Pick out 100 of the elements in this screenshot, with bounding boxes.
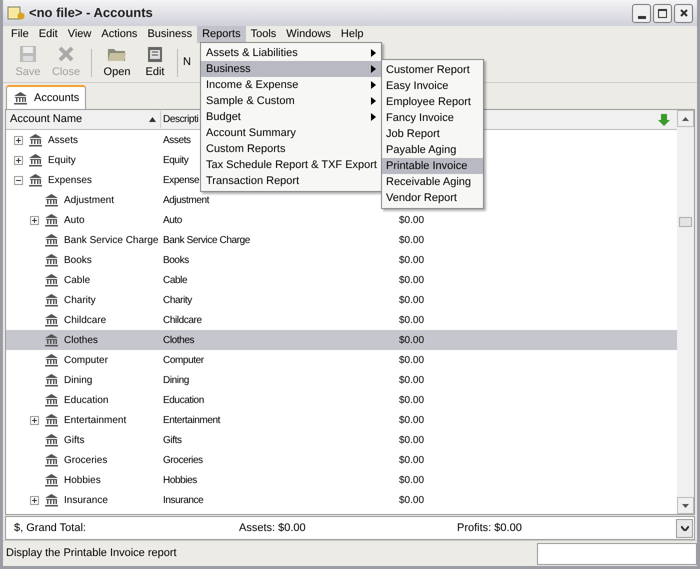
- close-icon: [680, 9, 688, 17]
- account-name: Equity: [48, 154, 76, 168]
- bank-icon: [13, 91, 28, 105]
- scroll-up-icon: [682, 116, 689, 120]
- menu-entry[interactable]: Printable Invoice: [382, 158, 483, 174]
- menu-item[interactable]: Business: [142, 26, 198, 43]
- account-total: $0.00: [398, 234, 424, 248]
- account-description: Cable: [163, 274, 188, 286]
- account-total: $0.00: [398, 274, 424, 288]
- menu-item[interactable]: Reports: [197, 26, 246, 43]
- dropdown-button[interactable]: [676, 518, 693, 538]
- bank-icon: [44, 413, 59, 427]
- selected-row-highlight[interactable]: Clothes Clothes $0.00: [6, 330, 677, 350]
- expand-icon[interactable]: [14, 156, 23, 164]
- bank-icon: [44, 333, 59, 347]
- menu-item[interactable]: Windows: [281, 26, 336, 43]
- bank-icon: [28, 173, 43, 187]
- account-total: $0.00: [398, 254, 424, 268]
- bank-icon: [44, 393, 59, 407]
- close-button[interactable]: [674, 4, 693, 22]
- account-name: Dining: [64, 374, 92, 388]
- menu-entry[interactable]: Assets & Liabilities: [201, 45, 381, 61]
- account-description: Dining: [163, 374, 189, 386]
- menu-entry[interactable]: Easy Invoice: [382, 78, 483, 94]
- bank-icon: [44, 273, 59, 287]
- account-name: Clothes: [64, 334, 98, 348]
- menu-entry[interactable]: Transaction Report: [201, 173, 381, 189]
- collapse-icon[interactable]: [14, 176, 23, 184]
- account-description: Equity: [163, 154, 188, 166]
- chevron-down-icon: [680, 526, 688, 530]
- menu-entry[interactable]: Job Report: [382, 126, 483, 142]
- column-header[interactable]: Descripti: [163, 114, 198, 126]
- expand-icon[interactable]: [30, 216, 39, 224]
- menu-entry[interactable]: Fancy Invoice: [382, 110, 483, 126]
- account-description: Groceries: [163, 454, 203, 466]
- toolbar-button[interactable]: N: [181, 54, 193, 71]
- maximize-button[interactable]: [653, 4, 672, 22]
- menu-item[interactable]: Tools: [246, 26, 282, 43]
- scrollbar[interactable]: [677, 110, 694, 514]
- bank-icon: [44, 233, 59, 247]
- close-icon: [57, 44, 75, 63]
- menu-item[interactable]: File: [6, 26, 34, 43]
- bank-icon: [44, 253, 59, 267]
- account-total: $0.00: [398, 394, 424, 408]
- menu-item[interactable]: Help: [336, 26, 369, 43]
- account-description: Education: [163, 394, 204, 406]
- account-name: Assets: [48, 134, 78, 148]
- expand-icon[interactable]: [30, 416, 39, 424]
- account-name: Cable: [64, 274, 90, 288]
- menu-entry[interactable]: Custom Reports: [201, 141, 381, 157]
- menu-entry[interactable]: Income & Expense: [201, 77, 381, 93]
- account-name: Bank Service Charge: [64, 234, 158, 248]
- bank-icon: [28, 153, 43, 167]
- column-header[interactable]: Account Name: [6, 111, 161, 128]
- menu-item[interactable]: View: [62, 26, 96, 43]
- menu-entry[interactable]: Customer Report: [382, 62, 483, 78]
- down-arrow-icon[interactable]: [657, 112, 671, 126]
- menu-entry[interactable]: Account Summary: [201, 125, 381, 141]
- account-name: Groceries: [64, 454, 108, 468]
- bank-icon: [44, 473, 59, 487]
- menu-entry[interactable]: Sample & Custom: [201, 93, 381, 109]
- account-description: Auto: [163, 214, 182, 226]
- ledger-icon: [146, 44, 164, 63]
- account-name: Insurance: [64, 494, 108, 508]
- account-name: Computer: [64, 354, 108, 368]
- account-name: Charity: [64, 294, 96, 308]
- bank-icon: [44, 293, 59, 307]
- scroll-thumb[interactable]: [679, 217, 692, 227]
- toolbar-button[interactable]: Open: [98, 44, 136, 80]
- account-description: Hobbies: [163, 474, 197, 486]
- account-total: $0.00: [398, 374, 424, 388]
- account-total: $0.00: [398, 214, 424, 228]
- expand-icon[interactable]: [14, 136, 23, 144]
- minimize-button[interactable]: [632, 4, 651, 22]
- bank-icon: [44, 313, 59, 327]
- account-total: $0.00: [398, 354, 424, 368]
- toolbar-button[interactable]: Edit: [136, 44, 174, 80]
- bank-icon: [44, 353, 59, 367]
- status-field[interactable]: [537, 542, 697, 564]
- bank-icon: [44, 433, 59, 447]
- menu-entry[interactable]: Vendor Report: [382, 190, 483, 206]
- account-description: Charity: [163, 294, 192, 306]
- menu-entry[interactable]: Budget: [201, 109, 381, 125]
- menu-entry[interactable]: Business: [201, 61, 381, 77]
- tab[interactable]: Accounts: [6, 85, 86, 109]
- account-description: Expense: [163, 174, 200, 186]
- account-total: $0.00: [398, 334, 424, 348]
- account-description: Adjustment: [163, 194, 210, 206]
- menu-entry[interactable]: Tax Schedule Report & TXF Export: [201, 157, 381, 173]
- menu-entry[interactable]: Receivable Aging: [382, 174, 483, 190]
- account-total: $0.00: [398, 314, 424, 328]
- menu-item[interactable]: Edit: [34, 26, 63, 43]
- account-total: $0.00: [398, 294, 424, 308]
- menu-item[interactable]: Actions: [96, 26, 142, 43]
- menu-entry[interactable]: Employee Report: [382, 94, 483, 110]
- account-name: Gifts: [64, 434, 85, 448]
- menu-entry[interactable]: Payable Aging: [382, 142, 483, 158]
- assets-total: Assets: $0.00: [239, 520, 307, 536]
- account-total: $0.00: [398, 434, 424, 448]
- expand-icon[interactable]: [30, 496, 39, 504]
